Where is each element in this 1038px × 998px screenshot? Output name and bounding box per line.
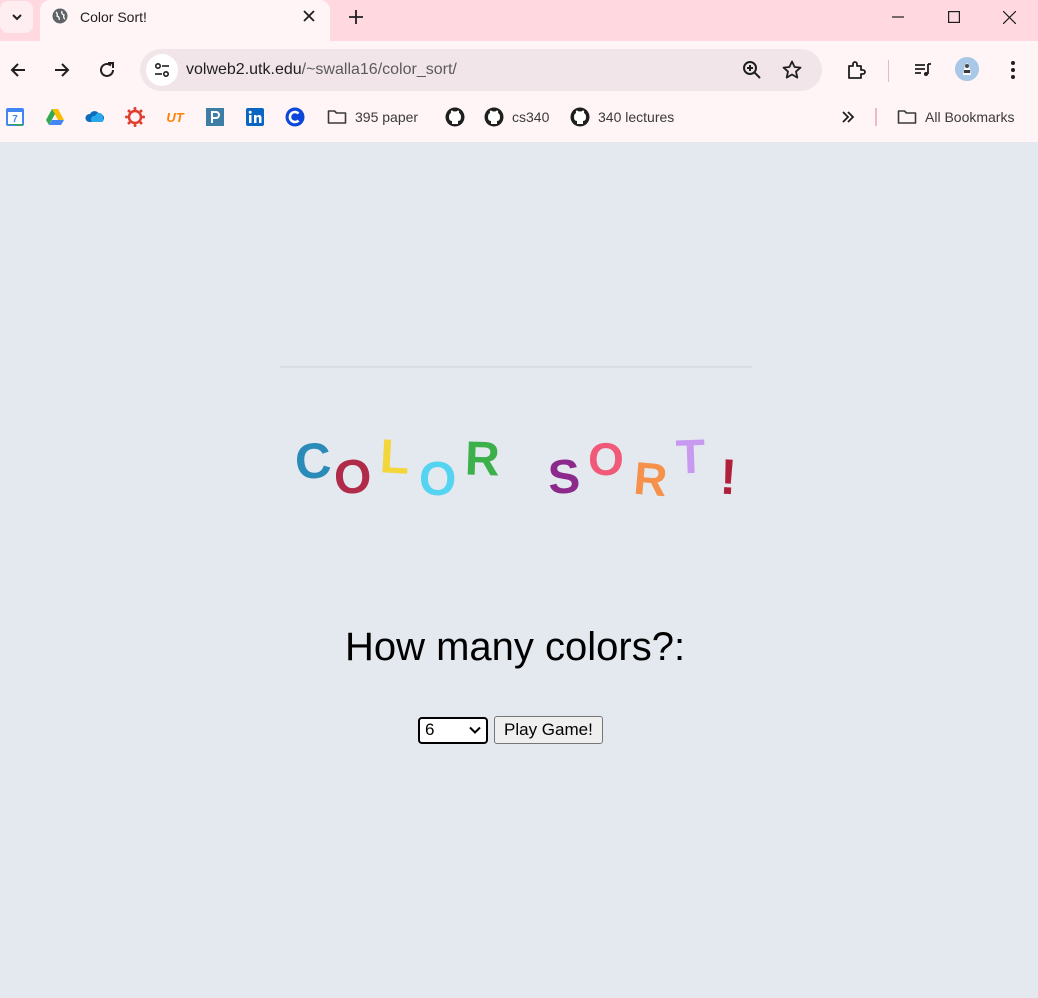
back-button[interactable] bbox=[4, 56, 32, 84]
game-controls: 6 Play Game! bbox=[418, 715, 603, 745]
double-chevron-right-icon bbox=[842, 111, 855, 123]
onedrive-icon bbox=[85, 111, 105, 122]
avatar-icon bbox=[955, 57, 979, 81]
plus-icon bbox=[349, 10, 363, 24]
bookmark-linkedin[interactable] bbox=[245, 106, 265, 128]
url-host: volweb2.utk.edu bbox=[186, 61, 302, 78]
bookmark-drive[interactable] bbox=[45, 106, 65, 128]
bookmark-github[interactable] bbox=[445, 106, 465, 128]
new-tab-button[interactable] bbox=[344, 5, 368, 29]
bookmarks-bar: 7 UT 395 paper cs340 340 lectures All Bo… bbox=[0, 99, 1038, 142]
close-icon bbox=[303, 10, 315, 22]
folder-icon bbox=[897, 110, 917, 124]
svg-text:7: 7 bbox=[12, 114, 18, 125]
logo-letter: R bbox=[631, 451, 670, 507]
extensions-button[interactable] bbox=[842, 56, 870, 84]
zoom-button[interactable] bbox=[740, 58, 764, 82]
puzzle-icon bbox=[848, 61, 866, 79]
bookmark-label: cs340 bbox=[512, 109, 550, 125]
minimize-icon bbox=[891, 16, 904, 18]
bookmark-canvas[interactable] bbox=[125, 106, 145, 128]
site-info-button[interactable] bbox=[146, 54, 178, 86]
calendar-icon: 7 bbox=[6, 108, 24, 126]
logo-letter: C bbox=[293, 431, 334, 491]
active-tab[interactable]: Color Sort! bbox=[40, 0, 330, 41]
arrow-left-icon bbox=[10, 63, 25, 77]
profile-avatar[interactable] bbox=[955, 57, 979, 81]
logo-letter: O bbox=[587, 432, 625, 486]
chevron-down-icon bbox=[469, 726, 481, 734]
bookmark-c[interactable] bbox=[285, 106, 305, 128]
close-icon bbox=[1003, 10, 1016, 24]
bookmark-ut[interactable]: UT bbox=[165, 106, 185, 128]
github-icon bbox=[570, 107, 590, 127]
globe-icon bbox=[52, 8, 68, 24]
bookmark-340-lectures[interactable]: 340 lectures bbox=[570, 106, 674, 128]
github-icon bbox=[445, 107, 465, 127]
p-icon bbox=[206, 108, 224, 126]
tab-close-button[interactable] bbox=[300, 7, 318, 25]
logo-letter: R bbox=[464, 432, 501, 487]
toolbar-divider bbox=[888, 60, 889, 82]
colors-question: How many colors?: bbox=[344, 625, 686, 669]
bookmark-label: 340 lectures bbox=[598, 109, 675, 125]
logo-letter: O bbox=[419, 453, 457, 506]
page-content: C O L O R S O R T ! How many colors?: 6 … bbox=[0, 142, 1038, 998]
folder-icon bbox=[327, 110, 347, 124]
selected-value: 6 bbox=[425, 720, 435, 739]
github-icon bbox=[484, 107, 504, 127]
more-vert-icon bbox=[1011, 61, 1015, 79]
all-bookmarks-button[interactable]: All Bookmarks bbox=[897, 106, 1014, 128]
bookmark-label: 395 paper bbox=[355, 109, 419, 125]
bookmark-calendar[interactable]: 7 bbox=[5, 106, 25, 128]
bookmark-p[interactable] bbox=[205, 106, 225, 128]
bookmark-onedrive[interactable] bbox=[85, 106, 105, 128]
play-game-button[interactable]: Play Game! bbox=[494, 716, 603, 744]
svg-text:UT: UT bbox=[166, 110, 184, 125]
forward-button[interactable] bbox=[48, 56, 76, 84]
logo-letter: T bbox=[675, 430, 707, 485]
tab-strip: Color Sort! bbox=[0, 0, 1038, 41]
browser-toolbar: volweb2.utk.edu/~swalla16/color_sort/ bbox=[0, 41, 1038, 99]
window-close-button[interactable] bbox=[981, 0, 1038, 34]
maximize-icon bbox=[947, 11, 960, 23]
media-controls-button[interactable] bbox=[909, 56, 937, 84]
reload-button[interactable] bbox=[93, 56, 121, 84]
c-icon bbox=[285, 107, 305, 127]
color-count-select[interactable]: 6 bbox=[418, 716, 488, 744]
bookmark-cs340[interactable]: cs340 bbox=[484, 106, 549, 128]
menu-button[interactable] bbox=[999, 56, 1027, 84]
logo-letter: L bbox=[378, 430, 411, 485]
ut-icon: UT bbox=[166, 110, 184, 125]
tab-search-button[interactable] bbox=[0, 1, 33, 33]
address-bar[interactable]: volweb2.utk.edu/~swalla16/color_sort/ bbox=[140, 49, 822, 91]
all-bookmarks-label: All Bookmarks bbox=[925, 109, 1015, 125]
color-sort-logo: C O L O R S O R T ! bbox=[280, 412, 760, 522]
canvas-icon bbox=[125, 107, 145, 127]
zoom-in-icon bbox=[743, 61, 761, 79]
chevron-down-icon bbox=[11, 14, 22, 21]
bookmark-folder-395-paper[interactable]: 395 paper bbox=[327, 106, 418, 128]
url-path: /~swalla16/color_sort/ bbox=[301, 61, 457, 78]
reload-icon bbox=[100, 62, 114, 77]
maximize-button[interactable] bbox=[925, 0, 982, 34]
arrow-right-icon bbox=[55, 63, 70, 77]
logo-letter: O bbox=[332, 450, 373, 505]
star-icon bbox=[782, 60, 802, 79]
url-text: volweb2.utk.edu/~swalla16/color_sort/ bbox=[186, 61, 457, 79]
logo-letter: ! bbox=[718, 448, 739, 506]
bookmark-star-button[interactable] bbox=[780, 58, 804, 82]
drive-icon bbox=[46, 109, 64, 125]
bookmarks-overflow-button[interactable] bbox=[838, 106, 858, 128]
horizontal-rule bbox=[280, 366, 752, 368]
tune-icon bbox=[154, 62, 170, 78]
bookmarks-divider bbox=[875, 108, 877, 126]
logo-letter: S bbox=[546, 450, 582, 505]
queue-music-icon bbox=[915, 63, 931, 76]
minimize-button[interactable] bbox=[869, 0, 926, 34]
tab-title: Color Sort! bbox=[80, 9, 147, 25]
linkedin-icon bbox=[246, 108, 264, 126]
